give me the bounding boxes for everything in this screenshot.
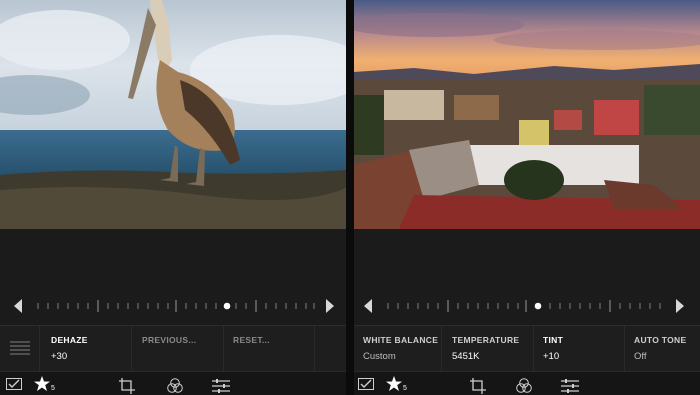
- filter-icon[interactable]: [166, 378, 184, 394]
- sliders-icon[interactable]: [561, 378, 579, 394]
- auto-tone-value: Off: [634, 351, 647, 362]
- right-editor-panel: WHITE BALANCE Custom TEMPERATURE 5451K T…: [354, 0, 700, 395]
- filter-icon[interactable]: [515, 378, 533, 394]
- list-icon: [10, 341, 30, 355]
- tint-control[interactable]: TINT +10: [534, 326, 625, 372]
- previous-button[interactable]: PREVIOUS...: [133, 326, 224, 372]
- slider-thumb[interactable]: [223, 302, 231, 310]
- tint-value: +10: [543, 351, 560, 362]
- left-editor-panel: DEHAZE +30 PREVIOUS... RESET... 5: [0, 0, 346, 395]
- flag-icon[interactable]: [358, 378, 374, 390]
- adjustment-bar: DEHAZE +30 PREVIOUS... RESET...: [0, 325, 346, 372]
- sliders-icon[interactable]: [212, 378, 230, 394]
- adjustment-slider-area: [0, 229, 346, 325]
- flag-icon[interactable]: [6, 378, 22, 390]
- town-sunset-photo: [354, 0, 700, 229]
- slider-right-arrow-icon[interactable]: [326, 299, 334, 313]
- reset-label: RESET...: [233, 335, 270, 345]
- crop-icon[interactable]: [119, 378, 135, 394]
- slider-right-arrow-icon[interactable]: [676, 299, 684, 313]
- crop-icon[interactable]: [470, 378, 486, 394]
- slider-thumb[interactable]: [534, 302, 542, 310]
- value-slider[interactable]: [354, 299, 700, 313]
- pelican-photo: [0, 0, 346, 229]
- auto-tone-label: AUTO TONE: [634, 335, 687, 345]
- panel-divider: [346, 0, 354, 395]
- white-balance-value: Custom: [363, 351, 396, 362]
- temperature-value: 5451K: [452, 351, 480, 362]
- reset-button[interactable]: RESET...: [224, 326, 315, 372]
- temperature-control[interactable]: TEMPERATURE 5451K: [443, 326, 534, 372]
- white-balance-control[interactable]: WHITE BALANCE Custom: [354, 326, 442, 372]
- temperature-label: TEMPERATURE: [452, 335, 520, 345]
- value-slider[interactable]: [0, 299, 346, 313]
- bottom-toolbar: 5: [0, 371, 346, 395]
- slider-left-arrow-icon[interactable]: [364, 299, 372, 313]
- slider-left-arrow-icon[interactable]: [14, 299, 22, 313]
- dehaze-label: DEHAZE: [51, 335, 88, 345]
- adjustment-menu-button[interactable]: [0, 326, 40, 372]
- dehaze-value: +30: [51, 351, 68, 362]
- adjustment-slider-area: [354, 229, 700, 325]
- rating-badge: 5: [403, 385, 407, 392]
- rating-badge: 5: [51, 385, 55, 392]
- tint-label: TINT: [543, 335, 564, 345]
- dehaze-control[interactable]: DEHAZE +30: [42, 326, 132, 372]
- bottom-toolbar: 5: [354, 371, 700, 395]
- auto-tone-control[interactable]: AUTO TONE Off: [625, 326, 700, 372]
- adjustment-bar: WHITE BALANCE Custom TEMPERATURE 5451K T…: [354, 325, 700, 372]
- previous-label: PREVIOUS...: [142, 335, 197, 345]
- white-balance-label: WHITE BALANCE: [363, 335, 439, 345]
